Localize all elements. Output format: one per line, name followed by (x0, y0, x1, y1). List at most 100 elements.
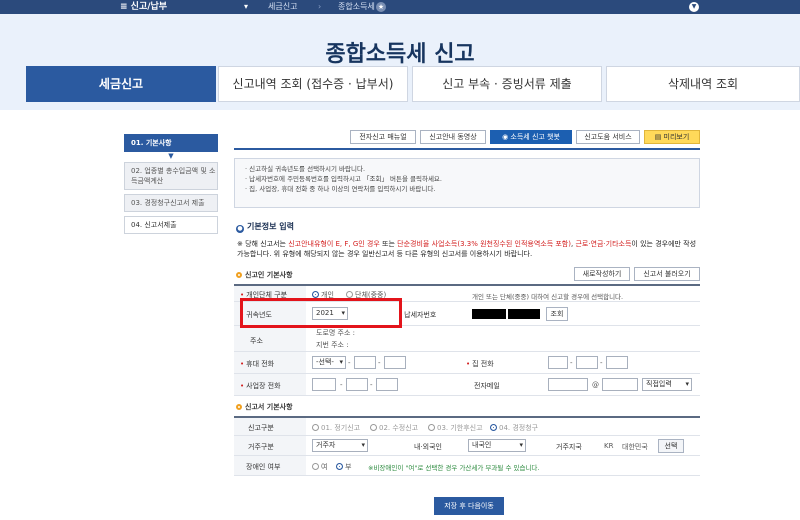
region-select-button[interactable]: 선택 (658, 439, 684, 453)
notice-line: · 신고하실 귀속년도를 선택하시기 바랍니다. (245, 165, 366, 173)
step-correction-claim[interactable]: 03. 경정청구신고서 제출 (124, 194, 218, 212)
breadcrumb-separator-icon: › (318, 2, 322, 11)
label-disability: 장애인 여부 (246, 463, 281, 471)
warning-highlight: 신고안내유형이 E, F, G인 경우 (288, 240, 380, 248)
preview-icon: ▤ (654, 133, 664, 141)
notice-box: · 신고하실 귀속년도를 선택하시기 바랍니다. · 납세자번호에 주민등록번호… (234, 158, 700, 208)
tab-tax-filing[interactable]: 세금신고 (26, 66, 216, 102)
warning-highlight: 근로·연금·기타소득 (575, 240, 632, 248)
label-email: 전자메일 (474, 382, 500, 390)
mobile-prefix-select[interactable]: -선택- (312, 356, 346, 369)
preview-label: 미리보기 (663, 133, 690, 141)
step-basic-info[interactable]: 01. 기본사항 (124, 134, 218, 152)
highlight-box (240, 298, 402, 328)
dash: - (340, 381, 343, 389)
label-business-phone: • 사업장 전화 (240, 382, 281, 390)
chatbot-label: 소득세 신고 챗봇 (510, 133, 560, 141)
row-residency: 거주구분 거주자 내·외국인 내국인 거주지국 KR 대한민국 선택 (234, 436, 700, 456)
section-title-text: 기본정보 입력 (247, 222, 294, 231)
menu-chevron-down-icon[interactable]: ▾ (244, 0, 248, 14)
dash: - (600, 359, 603, 367)
report-form: 신고구분 01. 정기신고 02. 수정신고 03. 기한후신고 04. 경정청… (234, 416, 700, 476)
home-prefix-input[interactable] (548, 356, 568, 369)
warning-text: ※ 당해 신고서는 (237, 240, 289, 248)
menu-tax-filing[interactable]: ≡ 신고/납부 (120, 0, 167, 14)
email-domain-select[interactable]: 직접입력 (642, 378, 692, 391)
row-biz-email: • 사업장 전화 - - 전자메일 @ 직접입력 (234, 374, 700, 396)
mobile-middle-input[interactable] (354, 356, 376, 369)
label-report-kind: 신고구분 (248, 424, 274, 432)
home-last-input[interactable] (606, 356, 628, 369)
breadcrumb-tax-filing[interactable]: 세금신고 (268, 0, 297, 14)
tab-attachments-submit[interactable]: 신고 부속 · 증빙서류 제출 (412, 66, 602, 102)
section-basic-info-title: ● 기본정보 입력 (236, 221, 294, 233)
tab-deleted-history[interactable]: 삭제내역 조회 (606, 66, 800, 102)
lot-address: 지번 주소 : (316, 341, 349, 349)
mobile-last-input[interactable] (384, 356, 406, 369)
radio-late[interactable]: 03. 기한후신고 (428, 423, 483, 433)
filing-warning: ※ 당해 신고서는 신고안내유형이 E, F, G인 경우 또는 단순경비율 사… (237, 239, 699, 259)
page-title: 종합소득세 신고 (325, 42, 475, 67)
row-report-kind: 신고구분 01. 정기신고 02. 수정신고 03. 기한후신고 04. 경정청… (234, 418, 700, 436)
dash: - (348, 359, 351, 367)
residency-select[interactable]: 거주자 (312, 439, 368, 452)
label-home-phone: • 집 전화 (466, 360, 494, 368)
load-form-button[interactable]: 신고서 불러오기 (634, 267, 700, 281)
step-submit[interactable]: 04. 신고서제출 (124, 216, 218, 234)
row-disability: 장애인 여부 여 부 ※비장애인이 "여"로 선택한 경우 가산세가 부과될 수… (234, 456, 700, 476)
radio-disability-yes[interactable]: 여 (312, 462, 327, 472)
biz-middle-input[interactable] (346, 378, 368, 391)
breadcrumb-income-tax[interactable]: 종합소득세 (338, 0, 375, 14)
row-phones: •휴대 전화 -선택- - - •집 전화 - - (234, 352, 700, 374)
expand-chevron-icon[interactable]: ▼ (689, 2, 699, 12)
divider (234, 148, 700, 150)
dash: - (570, 359, 573, 367)
warning-highlight: 단순경비율 사업소득(3.3% 원천징수된 인적용역소득 포함) (397, 240, 571, 248)
bullet-circle-icon (236, 404, 242, 410)
radio-correction[interactable]: 04. 경정청구 (490, 423, 538, 433)
email-at: @ (592, 381, 599, 389)
radio-regular[interactable]: 01. 정기신고 (312, 423, 360, 433)
step-sidebar: 01. 기본사항 ▼ 02. 업종별 총수입금액 및 소득금액계산 03. 경정… (124, 134, 218, 238)
biz-prefix-input[interactable] (312, 378, 336, 391)
notice-line: · 납세자번호에 주민등록번호를 입력하시고 「조회」 버튼을 클릭하세요. (245, 175, 442, 183)
email-id-input[interactable] (548, 378, 588, 391)
step-income-calc[interactable]: 02. 업종별 총수입금액 및 소득금액계산 (124, 162, 218, 190)
taxpayer-number-masked-1[interactable] (472, 309, 506, 319)
label-region: 거주지국 (556, 443, 582, 451)
dash: - (378, 359, 381, 367)
help-service-button[interactable]: 신고도움 서비스 (576, 130, 640, 144)
label-mobile: • 휴대 전화 (240, 360, 275, 368)
taxpayer-number-masked-2[interactable] (508, 309, 540, 319)
biz-last-input[interactable] (376, 378, 398, 391)
bullet-circle-icon (236, 272, 242, 278)
nationality-select[interactable]: 내국인 (468, 439, 526, 452)
subsection-report-title: 신고서 기본사항 (236, 402, 293, 412)
reset-form-button[interactable]: 새로작성하기 (574, 267, 630, 281)
notice-line: · 집, 사업장, 휴대 전화 중 하나 이상의 연락처를 입력하시기 바랍니다… (245, 185, 436, 193)
label-nationality: 내·외국인 (414, 443, 442, 451)
home-middle-input[interactable] (576, 356, 598, 369)
tab-filing-history[interactable]: 신고내역 조회 (접수증 · 납부서) (218, 66, 408, 102)
radio-selected-icon (312, 291, 319, 298)
subsection-title-text: 신고인 기본사항 (245, 271, 293, 279)
manual-button[interactable]: 전자신고 매뉴얼 (350, 130, 416, 144)
top-nav-bar: ≡ 신고/납부 ▾ 세금신고 › 종합소득세 ★ ▼ (0, 0, 800, 14)
save-next-button[interactable]: 저장 후 다음이동 (434, 497, 504, 515)
radio-amended[interactable]: 02. 수정신고 (370, 423, 418, 433)
dash: - (370, 381, 373, 389)
disability-note: ※비장애인이 "여"로 선택한 경우 가산세가 부과될 수 있습니다. (368, 464, 540, 472)
region-name: 대한민국 (622, 443, 648, 451)
radio-disability-no[interactable]: 부 (336, 462, 351, 472)
step-arrow-icon: ▼ (168, 152, 174, 160)
video-guide-button[interactable]: 신고안내 동영상 (420, 130, 486, 144)
label-taxpayer-number: • 납세자번호 (398, 311, 437, 319)
chatbot-button[interactable]: ◉ 소득세 신고 챗봇 (490, 130, 572, 144)
preview-button[interactable]: ▤ 미리보기 (644, 130, 700, 144)
info-circle-icon: ● (236, 225, 244, 233)
favorite-star-icon[interactable]: ★ (376, 2, 386, 12)
email-domain-input[interactable] (602, 378, 638, 391)
subsection-applicant-title: 신고인 기본사항 (236, 270, 293, 280)
lookup-button[interactable]: 조회 (546, 307, 568, 321)
row-address: 주소 도로명 주소 : 지번 주소 : (234, 326, 700, 352)
